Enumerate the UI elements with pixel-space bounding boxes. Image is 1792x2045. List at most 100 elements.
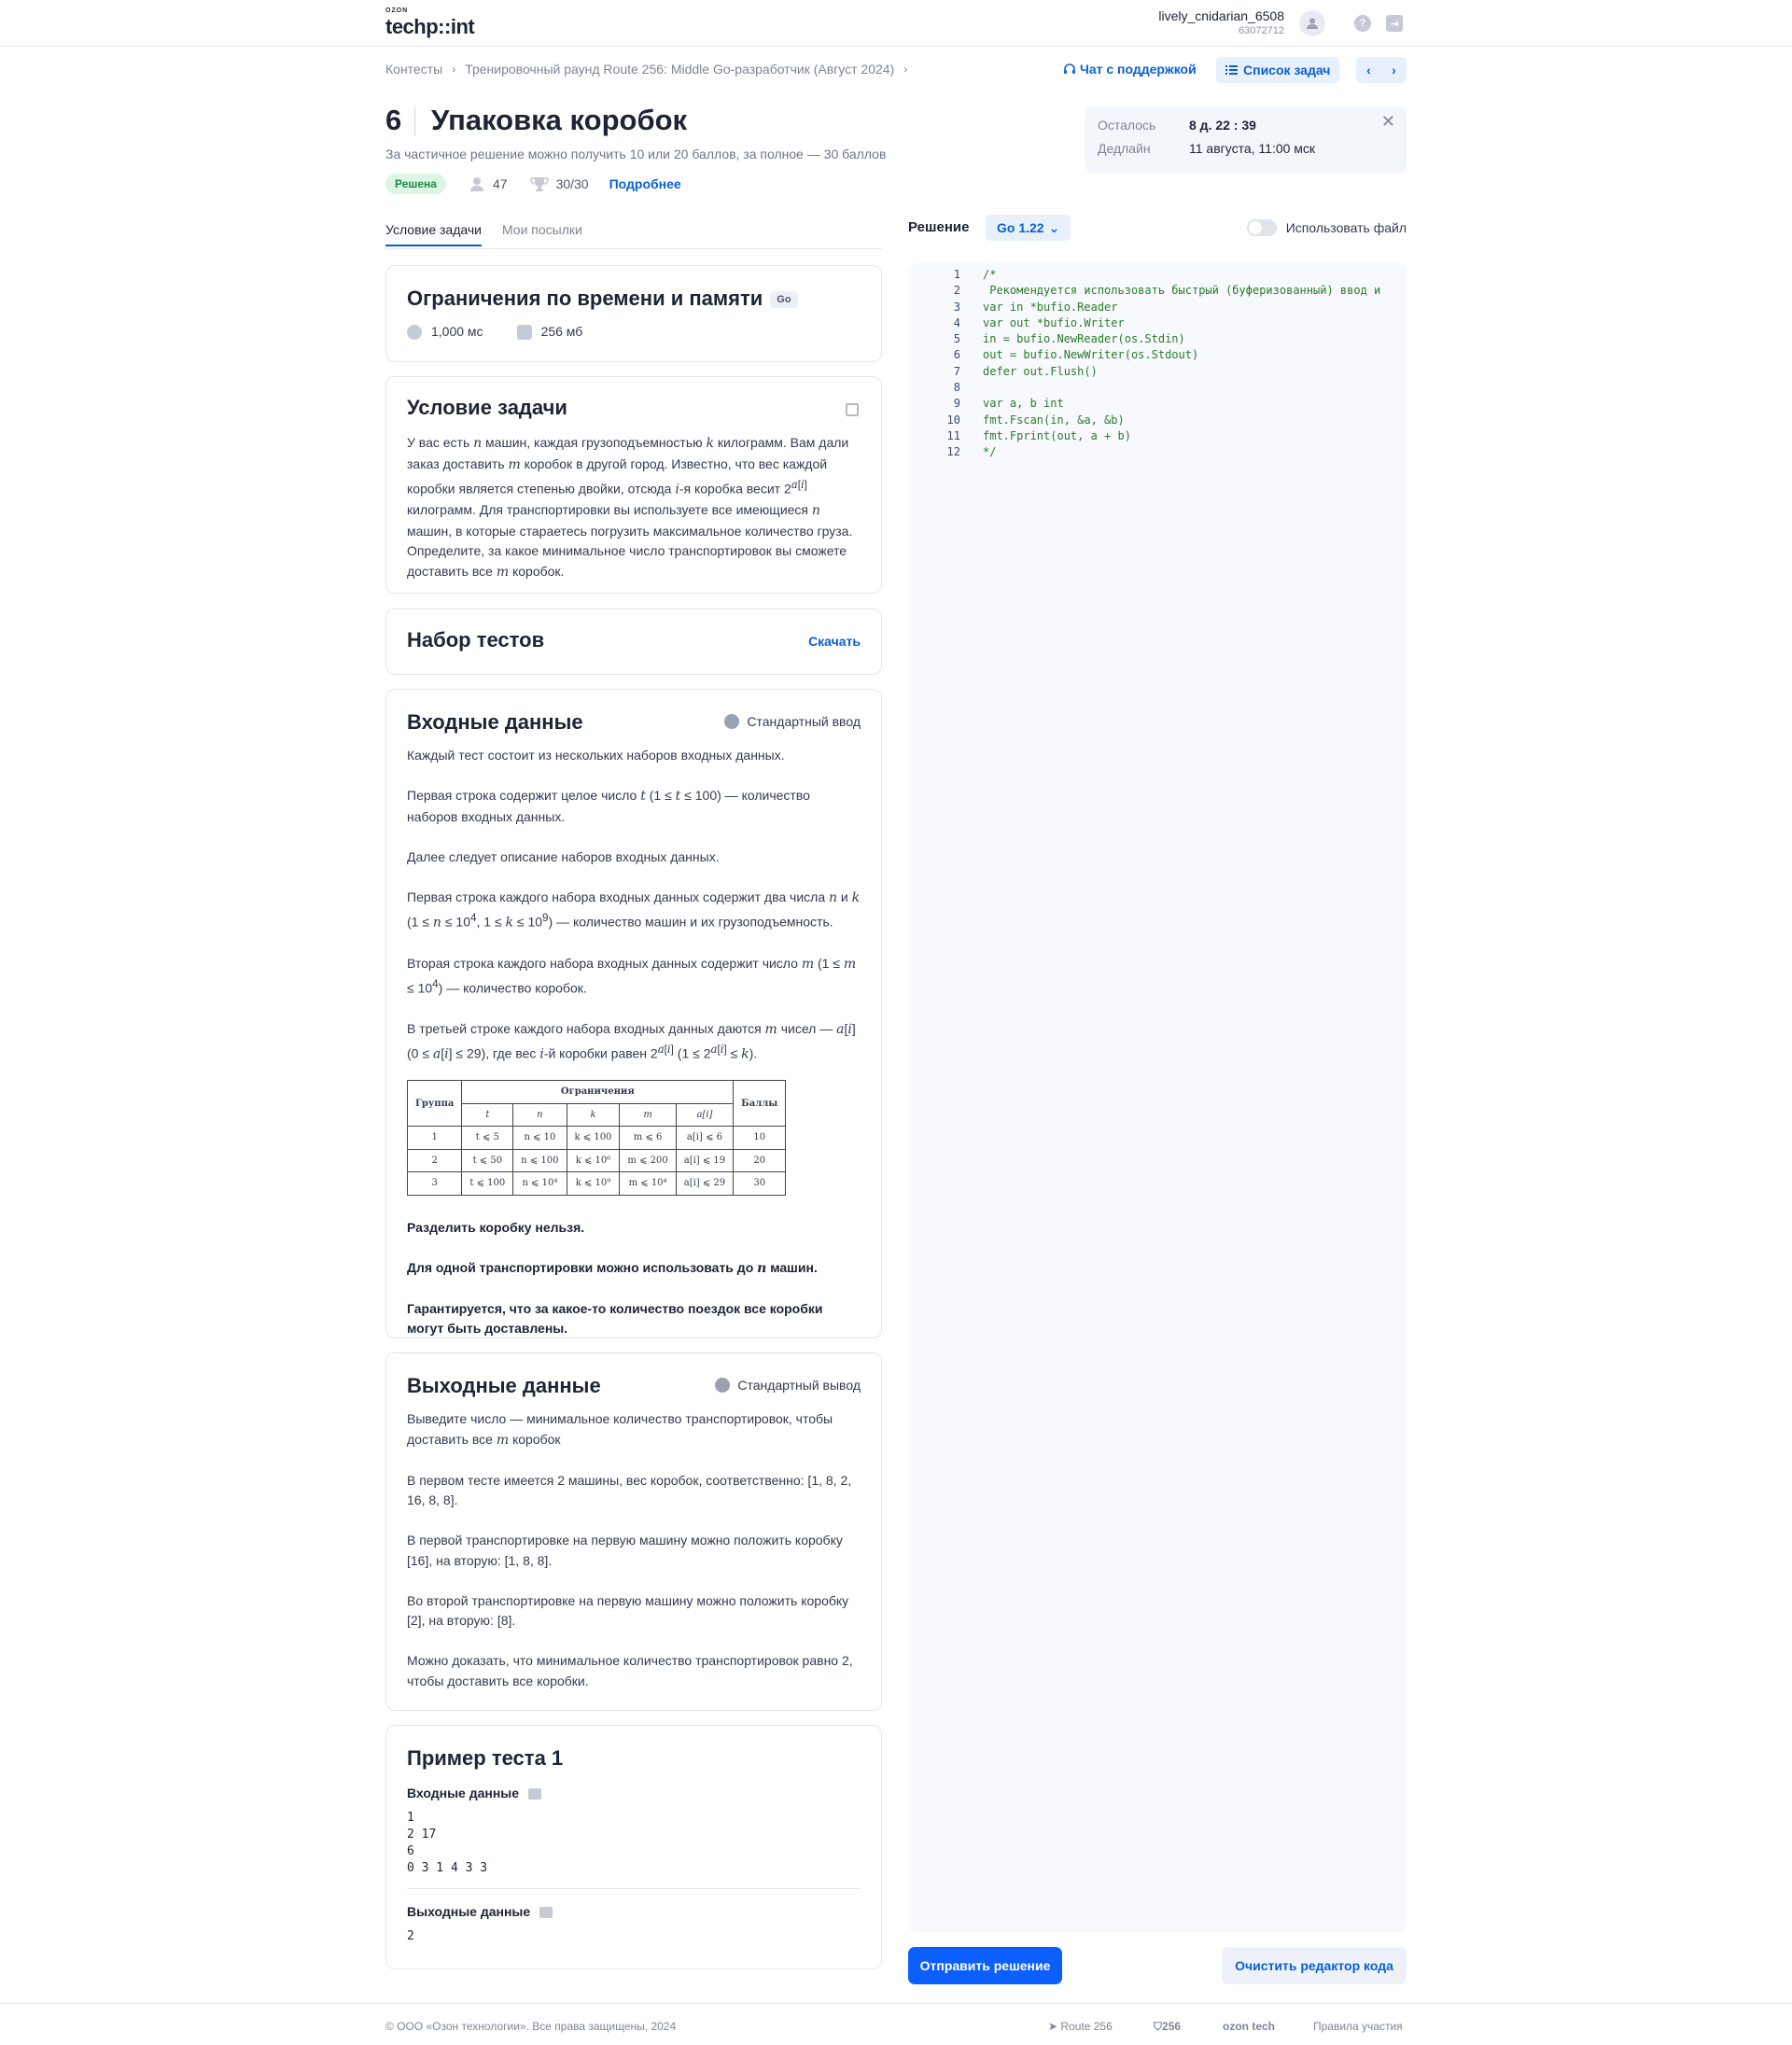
memory-limit: 256 мб [516, 324, 582, 341]
stdout-label: Стандартный вывод [715, 1378, 861, 1393]
time-left-value: 8 д. 22 : 39 [1189, 118, 1256, 133]
username: lively_cnidarian_6508 [1158, 8, 1284, 23]
footer: © ООО «Озон технологии». Все права защищ… [0, 2003, 1792, 2045]
score-count: 30/30 [529, 175, 589, 192]
timer-panel: Осталось 8 д. 22 : 39 Дедлайн 11 августа, … [1085, 106, 1407, 174]
deadline-label: Дедлайн [1098, 141, 1151, 156]
next-problem-icon[interactable]: › [1392, 63, 1396, 77]
logo-ozon: OZON [385, 7, 409, 14]
user-info[interactable]: lively_cnidarian_6508 63072712 [1158, 8, 1284, 37]
limits-table: Группа Ограничения Баллы t n k m a[i] 1t ⩽ 5… [406, 1080, 787, 1196]
statement-text: У вас есть n машин, каждая грузоподъемно… [407, 435, 853, 580]
copy-icon[interactable] [539, 1907, 553, 1919]
send-icon: ➤ [1048, 2020, 1061, 2033]
problem-subtitle: За частичное решение можно получить 10 и… [385, 147, 887, 161]
submit-button[interactable]: Отправить решение [908, 1947, 1062, 1984]
use-file-toggle[interactable]: Использовать файл [1246, 219, 1407, 236]
logout-icon[interactable]: ⇥ [1386, 15, 1403, 32]
tests-title: Набор тестов [407, 628, 545, 651]
participants-count: 47 [469, 175, 508, 192]
clear-editor-button[interactable]: Очистить редактор кода [1222, 1947, 1407, 1984]
table-row: 3t ⩽ 100 n ⩽ 10⁴ k ⩽ 10⁹ m ⩽ 10⁴ a[i] ⩽ 29 30 [406, 1171, 787, 1196]
tests-card: Набор тестов Скачать [385, 609, 882, 675]
task-list-button[interactable]: Список задач [1216, 57, 1340, 83]
table-row: 1t ⩽ 5n ⩽ 10 k ⩽ 100 m ⩽ 6 a[i] ⩽ 6 10 [406, 1126, 787, 1150]
limits-values: 1,000 мс 256 мб [407, 324, 582, 341]
download-tests-link[interactable]: Скачать [808, 634, 861, 649]
language-tag: Go [770, 291, 798, 309]
prev-problem-icon[interactable]: ‹ [1366, 63, 1371, 77]
example-title: Пример теста 1 [407, 1746, 564, 1770]
code-editor[interactable]: 1 2 3 4 5 6 7 8 9 10 11 12 /* Рекомендуе… [908, 263, 1407, 1932]
expand-icon[interactable] [846, 403, 859, 416]
page-title: Упаковка коробок [431, 104, 688, 136]
shield-icon: ⛉ [1154, 2020, 1163, 2033]
avatar[interactable] [1299, 10, 1325, 36]
support-chat-label: Чат с поддержкой [1080, 62, 1197, 77]
memory-icon [516, 325, 532, 341]
breadcrumb-round[interactable]: Тренировочный раунд Route 256: Middle Go… [465, 62, 894, 77]
user-id: 63072712 [1239, 25, 1284, 36]
breadcrumb: Контесты › Тренировочный раунд Route 256… [385, 62, 907, 77]
status-badge: Решена [385, 174, 446, 194]
close-icon[interactable]: ✕ [1381, 112, 1395, 132]
rules-link[interactable]: Правила участия [1313, 2020, 1403, 2033]
example-input: 1 2 17 6 0 3 1 4 3 3 [407, 1811, 488, 1875]
language-select[interactable]: Go 1.22 ⌄ [986, 215, 1071, 241]
route-link[interactable]: ➤ Route 256 [1048, 2020, 1113, 2033]
details-link[interactable]: Подробнее [609, 176, 681, 191]
tabs-divider [385, 248, 882, 249]
trophy-icon [529, 177, 549, 191]
input-card: Входные данные Стандартный ввод Каждый т… [385, 689, 882, 1338]
users-icon [469, 177, 483, 191]
deadline-value: 11 августа, 11:00 мск [1189, 141, 1316, 156]
support-chat-button[interactable]: Чат с поддержкой [1063, 62, 1197, 77]
output-title: Выходные данные [407, 1374, 601, 1397]
code-content[interactable]: /* Рекомендуется использовать быстрый (б… [983, 267, 1403, 461]
title-divider [414, 106, 415, 136]
problem-number: 6 [385, 104, 402, 136]
line-numbers: 1 2 3 4 5 6 7 8 9 10 11 12 [946, 268, 960, 459]
limits-card: Ограничения по времени и памяти Go 1,000 … [385, 265, 882, 362]
route256-badge[interactable]: ⛉256 [1154, 2020, 1181, 2034]
statement-card: Условие задачи У вас есть n машин, кажда… [385, 376, 882, 594]
limits-title: Ограничения по времени и памяти Go [407, 287, 798, 311]
chevron-right-icon: › [903, 63, 908, 76]
logo-techpoint: techp::int [385, 15, 475, 38]
input-description: Каждый тест состоит из нескольких наборо… [406, 748, 861, 1337]
top-bar: OZON techp::int lively_cnidarian_6508 63… [0, 0, 1792, 47]
table-header-points: Баллы [733, 1080, 787, 1128]
divider [407, 1888, 861, 1889]
table-header-constraints: Ограничения [461, 1080, 735, 1104]
time-left-label: Осталось [1098, 118, 1156, 133]
table-header-group: Группа [406, 1080, 463, 1128]
output-card: Выходные данные Стандартный вывод Выведи… [385, 1352, 882, 1711]
time-limit: 1,000 мс [407, 324, 483, 341]
copy-icon[interactable] [528, 1788, 542, 1800]
input-title: Входные данные [407, 710, 583, 734]
chevron-down-icon: ⌄ [1048, 219, 1060, 235]
example-output-label: Выходные данные [407, 1904, 861, 1919]
statement-title: Условие задачи [407, 396, 567, 419]
solution-label: Решение [908, 219, 970, 235]
breadcrumb-contests[interactable]: Контесты [385, 62, 442, 77]
copyright: © ООО «Озон технологии». Все права защищ… [385, 2020, 677, 2033]
download-icon [724, 714, 740, 729]
upload-icon [715, 1378, 731, 1393]
tab-submissions[interactable]: Мои посылки [502, 222, 582, 246]
list-icon [1225, 65, 1238, 75]
example-body: Входные данные 1 2 17 6 0 3 1 4 3 3 Выхо… [407, 1786, 861, 1945]
task-list-label: Список задач [1243, 63, 1331, 77]
stopwatch-icon [407, 325, 422, 341]
example-card: Пример теста 1 Входные данные 1 2 17 6 0… [385, 1725, 882, 1969]
ozontech-link[interactable]: ozon tech [1223, 2020, 1275, 2033]
toggle-switch[interactable] [1246, 219, 1277, 236]
example-input-label: Входные данные [407, 1786, 861, 1800]
output-description: Выведите число — минимальное количество … [407, 1411, 853, 1688]
help-icon[interactable]: ? [1354, 15, 1371, 32]
logo[interactable]: OZON techp::int [385, 7, 475, 39]
table-row: 2t ⩽ 50 n ⩽ 100 k ⩽ 10⁶ m ⩽ 200 a[i] ⩽ 19 20 [406, 1148, 787, 1173]
user-icon [1307, 18, 1318, 29]
tab-condition[interactable]: Условие задачи [385, 222, 482, 246]
headset-icon [1064, 63, 1075, 74]
